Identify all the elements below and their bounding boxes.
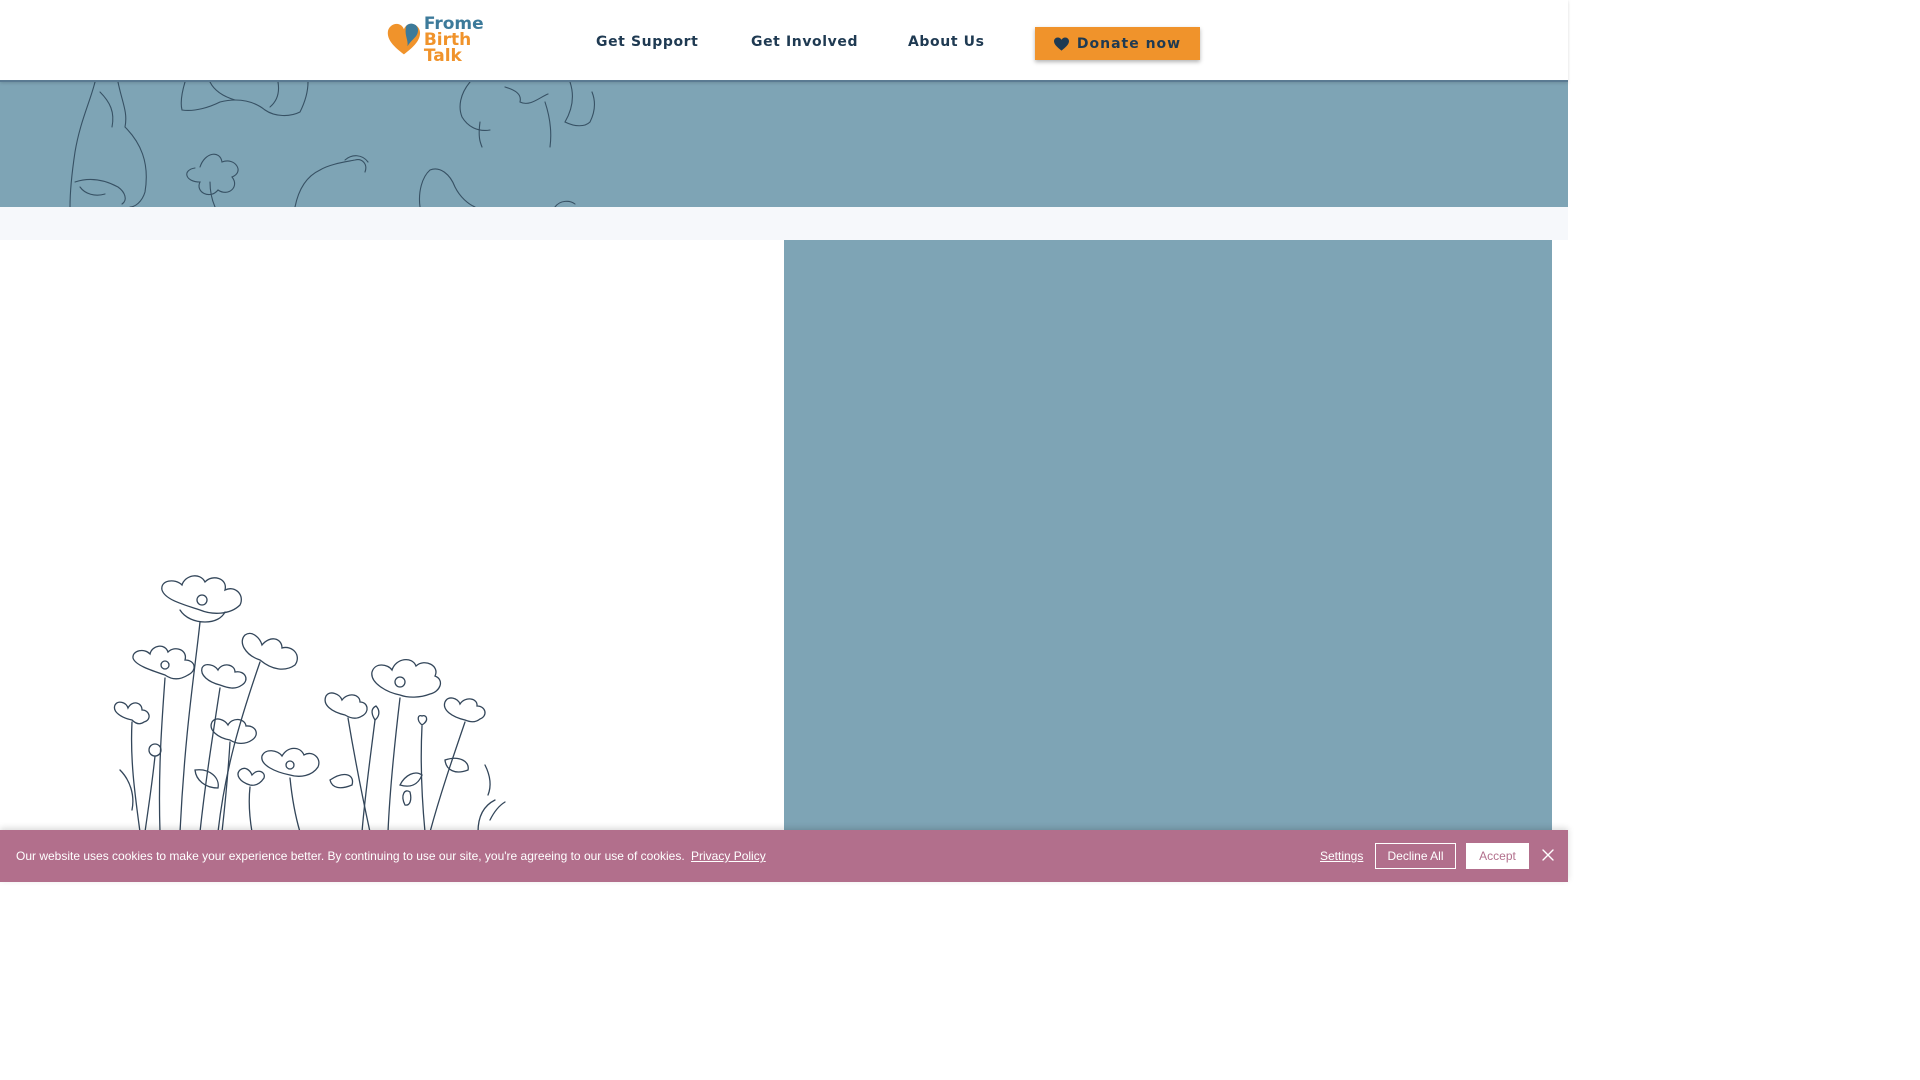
nav-get-support[interactable]: Get Support: [596, 34, 698, 50]
donate-label: Donate now: [1076, 35, 1182, 52]
logo-text: Frome Birth Talk: [423, 16, 510, 66]
decline-all-button[interactable]: Decline All: [1375, 843, 1456, 869]
cookie-message-wrapper: Our website uses cookies to make your ex…: [16, 849, 766, 863]
nav-about-us[interactable]: About Us: [908, 34, 985, 50]
cookie-message: Our website uses cookies to make your ex…: [16, 849, 685, 863]
site-header: Frome Birth Talk Get Support Get Involve…: [0, 0, 1568, 82]
flowers-line-art: [113, 575, 506, 832]
content-right-panel: [784, 240, 1552, 830]
section-divider: [0, 207, 1568, 240]
heart-icon: [1053, 36, 1069, 51]
page-scroll-gutter: [1552, 240, 1568, 830]
nav-get-involved[interactable]: Get Involved: [751, 34, 858, 50]
cookie-settings-link[interactable]: Settings: [1320, 849, 1363, 863]
donate-button[interactable]: Donate now: [1035, 27, 1200, 60]
accept-button[interactable]: Accept: [1466, 843, 1529, 869]
speech-heart-logo-icon: [387, 23, 421, 55]
cookie-banner: Our website uses cookies to make your ex…: [0, 830, 1568, 882]
logo-line-2: Birth Talk: [423, 30, 472, 66]
people-line-art: [69, 82, 595, 207]
hero-banner: [0, 82, 1568, 207]
privacy-policy-link[interactable]: Privacy Policy: [691, 849, 766, 863]
site-logo[interactable]: Frome Birth Talk: [386, 16, 510, 65]
close-icon[interactable]: [1540, 847, 1556, 863]
